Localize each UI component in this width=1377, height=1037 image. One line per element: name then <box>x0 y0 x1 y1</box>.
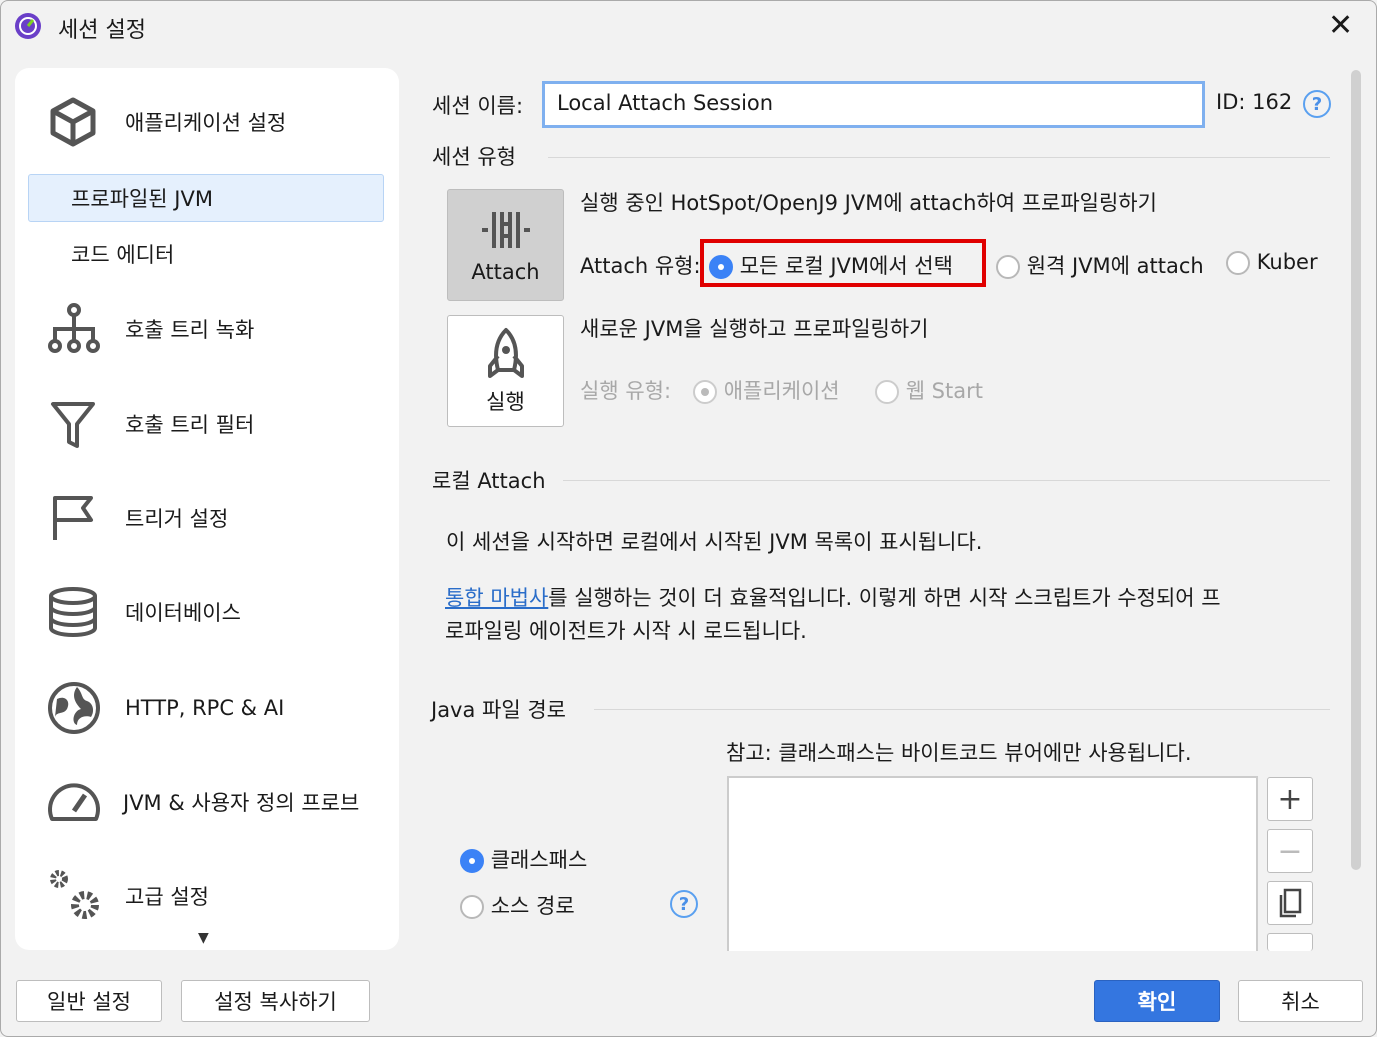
sidebar-item-label: 데이터베이스 <box>125 601 241 625</box>
help-icon[interactable]: ? <box>1303 90 1331 118</box>
launch-description: 새로운 JVM을 실행하고 프로파일링하기 <box>580 317 929 341</box>
attach-description: 실행 중인 HotSpot/OpenJ9 JVM에 attach하여 프로파일링… <box>580 191 1157 215</box>
help-icon[interactable]: ? <box>670 890 698 918</box>
session-name-label: 세션 이름: <box>432 94 524 118</box>
radio-selected[interactable] <box>709 255 733 279</box>
sidebar-item-http[interactable]: HTTP, RPC & AI <box>48 682 389 734</box>
sidebar-item-label: 코드 에디터 <box>71 243 175 267</box>
session-type-heading: 세션 유형 <box>432 145 516 169</box>
more-button[interactable] <box>1267 933 1313 951</box>
option-label: 애플리케이션 <box>723 379 840 403</box>
tree-icon <box>48 303 100 353</box>
ok-button[interactable]: 확인 <box>1094 980 1220 1022</box>
launch-label: 실행 <box>486 390 525 414</box>
sidebar-item-probes[interactable]: JVM & 사용자 정의 프로브 <box>48 776 399 828</box>
close-icon[interactable]: ✕ <box>1328 8 1353 43</box>
sidebar-item-code-editor[interactable]: 코드 에디터 <box>29 230 385 278</box>
sidebar-item-call-tree-filter[interactable]: 호출 트리 필터 <box>49 398 389 450</box>
window-title: 세션 설정 <box>58 18 146 43</box>
option-label: 웹 Start <box>905 379 983 403</box>
copy-settings-button[interactable]: 설정 복사하기 <box>181 980 370 1022</box>
option-label: 모든 로컬 JVM에서 선택 <box>739 254 953 278</box>
option-label: 클래스패스 <box>490 848 588 872</box>
attach-type-button[interactable]: Attach <box>447 189 564 301</box>
sidebar-item-label: 호출 트리 필터 <box>125 413 255 437</box>
option-label: 소스 경로 <box>490 894 575 918</box>
attach-option-remote[interactable]: 원격 JVM에 attach <box>996 250 1204 280</box>
integration-wizard-link[interactable]: 통합 마법사 <box>445 586 548 610</box>
launch-option-application: 애플리케이션 <box>693 375 840 405</box>
copy-icon <box>1279 888 1302 918</box>
radio-disabled <box>875 380 899 404</box>
cube-icon <box>50 97 96 147</box>
plug-icon <box>481 212 530 248</box>
wizard-text-2: 로파일링 에이전트가 시작 시 로드됩니다. <box>445 619 807 643</box>
sidebar-item-call-tree-recording[interactable]: 호출 트리 녹화 <box>48 303 389 355</box>
sidebar: 애플리케이션 설정 프로파일된 JVM 코드 에디터 호출 트리 녹화 호출 트… <box>15 68 399 950</box>
id-value: 162 <box>1252 90 1293 114</box>
classpath-note: 참고: 클래스패스는 바이트코드 뷰어에만 사용됩니다. <box>726 741 1192 765</box>
option-label: Kuber <box>1256 250 1318 274</box>
radio-disabled <box>693 380 717 404</box>
app-logo-icon <box>15 13 41 39</box>
sidebar-item-application[interactable]: 애플리케이션 설정 <box>49 96 389 148</box>
general-settings-button[interactable]: 일반 설정 <box>16 980 162 1022</box>
path-list[interactable] <box>727 776 1258 951</box>
sidebar-item-database[interactable]: 데이터베이스 <box>49 586 389 638</box>
session-name-input[interactable]: Local Attach Session <box>542 81 1205 128</box>
java-path-heading: Java 파일 경로 <box>431 698 566 722</box>
database-icon <box>49 587 97 638</box>
gauge-icon <box>48 783 100 821</box>
radio[interactable] <box>996 255 1020 279</box>
copy-button[interactable] <box>1267 881 1313 925</box>
scroll-down-icon[interactable]: ▼ <box>198 930 209 946</box>
option-classpath[interactable]: 클래스패스 <box>460 844 587 874</box>
remove-button: − <box>1267 829 1313 873</box>
sidebar-item-triggers[interactable]: 트리거 설정 <box>49 492 389 544</box>
radio[interactable] <box>460 895 484 919</box>
sidebar-item-label: 프로파일된 JVM <box>71 187 213 211</box>
sidebar-item-label: 애플리케이션 설정 <box>125 111 287 135</box>
option-label: 원격 JVM에 attach <box>1026 254 1204 278</box>
attach-option-kubernetes[interactable]: Kuber <box>1226 250 1318 275</box>
flag-icon <box>53 496 93 540</box>
launch-type-button[interactable]: 실행 <box>447 315 564 427</box>
launch-type-label: 실행 유형: <box>580 379 672 403</box>
rocket-icon <box>487 328 524 378</box>
gears-icon <box>50 870 99 919</box>
attach-label: Attach <box>471 260 540 284</box>
attach-type-label: Attach 유형: <box>580 254 701 278</box>
sidebar-item-label: HTTP, RPC & AI <box>125 696 285 720</box>
radio-selected[interactable] <box>460 849 484 873</box>
attach-option-local[interactable]: 모든 로컬 JVM에서 선택 <box>709 250 953 280</box>
add-button[interactable]: + <box>1267 777 1313 821</box>
radio[interactable] <box>1226 251 1250 275</box>
sidebar-item-label: 트리거 설정 <box>125 507 229 531</box>
sidebar-item-label: JVM & 사용자 정의 프로브 <box>123 791 360 815</box>
sidebar-item-profiled-jvm[interactable]: 프로파일된 JVM <box>28 174 384 222</box>
id-label: ID: <box>1216 90 1246 114</box>
local-attach-info: 이 세션을 시작하면 로컬에서 시작된 JVM 목록이 표시됩니다. <box>446 530 983 554</box>
option-source-path[interactable]: 소스 경로 <box>460 890 575 920</box>
cancel-button[interactable]: 취소 <box>1238 980 1363 1022</box>
globe-icon <box>48 682 100 734</box>
wizard-text: 를 실행하는 것이 더 효율적입니다. 이렇게 하면 시작 스크립트가 수정되어… <box>548 586 1221 610</box>
sidebar-item-label: 호출 트리 녹화 <box>125 318 255 342</box>
sidebar-item-label: 고급 설정 <box>125 885 209 909</box>
launch-option-webstart: 웹 Start <box>875 375 983 405</box>
scrollbar[interactable] <box>1351 70 1361 870</box>
local-attach-heading: 로컬 Attach <box>432 469 546 493</box>
sidebar-item-advanced[interactable]: 고급 설정 <box>49 868 389 924</box>
filter-icon <box>51 402 95 448</box>
